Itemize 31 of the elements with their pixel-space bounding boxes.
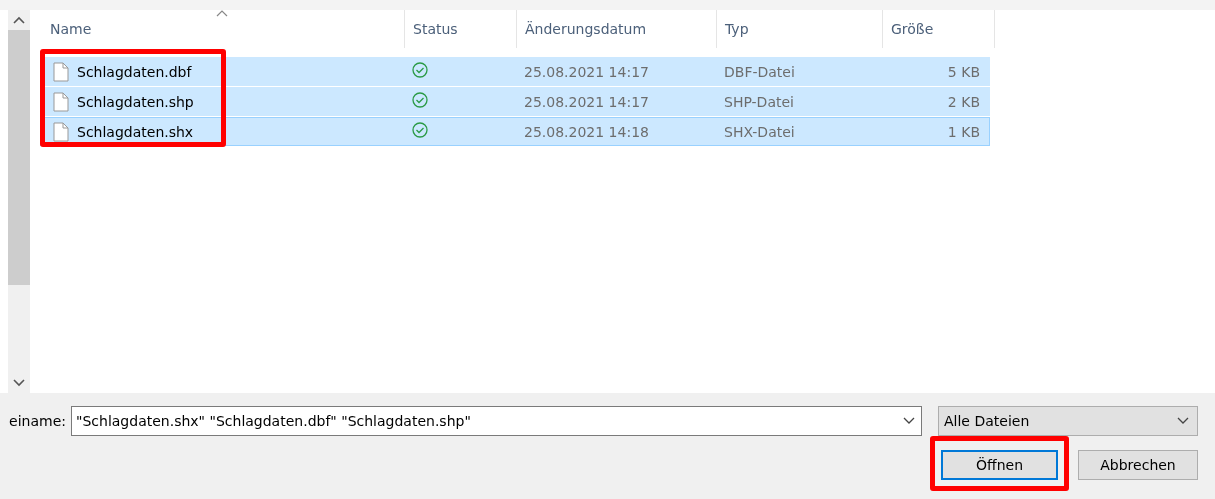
file-icon: [53, 91, 69, 112]
size-cell-text: 2 KB: [946, 93, 981, 110]
date-cell-text: 25.08.2021 14:18: [523, 123, 650, 140]
scroll-up-icon[interactable]: [13, 16, 25, 24]
dialog-button[interactable]: Öffnen: [941, 450, 1058, 480]
scroll-down-icon[interactable]: [13, 379, 25, 387]
file-icon: [53, 121, 69, 142]
dialog-button[interactable]: Abbrechen: [1078, 450, 1198, 480]
column-header[interactable]: Name: [40, 10, 405, 48]
dropdown-caret-icon[interactable]: [903, 417, 915, 425]
filename-label: einame:: [8, 413, 66, 429]
file-icon: [53, 61, 69, 82]
dropdown-caret-icon[interactable]: [1177, 417, 1189, 425]
filename-field[interactable]: "Schlagdaten.shx" "Schlagdaten.dbf" "Schlagdaten.shp": [71, 406, 922, 436]
date-cell-text: 25.08.2021 14:17: [523, 93, 650, 110]
column-header[interactable]: Typ: [717, 10, 883, 48]
size-cell-text: 5 KB: [946, 63, 981, 80]
column-header[interactable]: Größe: [883, 10, 995, 48]
date-cell-text: 25.08.2021 14:17: [523, 63, 650, 80]
file-name: Schlagdaten.shp: [77, 93, 194, 110]
type-cell-text: DBF-Datei: [723, 63, 796, 80]
column-header[interactable]: Status: [405, 10, 517, 48]
file-name: Schlagdaten.shx: [77, 123, 194, 140]
sort-caret-icon: [216, 10, 228, 17]
type-cell-text: SHP-Datei: [723, 93, 795, 110]
type-cell-text: SHX-Datei: [723, 123, 796, 140]
file-name: Schlagdaten.dbf: [77, 63, 192, 80]
column-header[interactable]: Änderungsdatum: [517, 10, 717, 48]
file-type-dropdown[interactable]: Alle Dateien: [938, 406, 1198, 436]
scrollbar-thumb[interactable]: [8, 30, 30, 285]
size-cell-text: 1 KB: [946, 123, 981, 140]
